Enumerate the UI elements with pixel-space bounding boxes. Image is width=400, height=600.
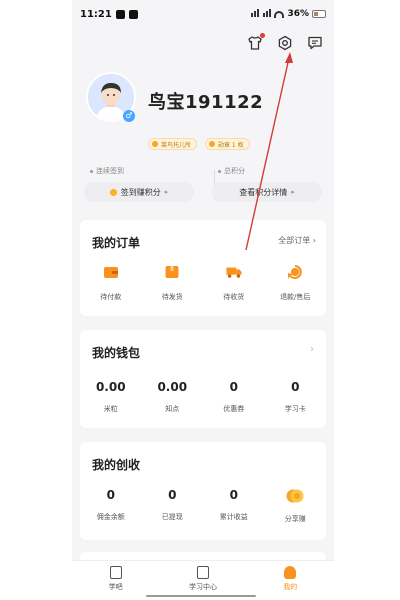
chevron-right-icon: ▸	[164, 188, 169, 196]
wallet-value: 0.00	[157, 380, 188, 394]
wallet-label: 优惠券	[223, 405, 245, 413]
order-refund[interactable]: 退款/售后	[265, 264, 327, 302]
income-share-earn[interactable]: 分享赚	[265, 488, 327, 524]
wallet-label: 米粒	[103, 405, 118, 413]
medal-icon	[209, 141, 216, 147]
income-total-earnings[interactable]: 0 累计收益	[203, 488, 265, 524]
order-label: 待收货	[223, 293, 245, 301]
settings-button[interactable]	[276, 34, 294, 52]
theme-button[interactable]	[246, 33, 265, 52]
income-card: 我的创收 0 佣金余额 0 已提现 0 累计收益 分享赚	[80, 442, 326, 540]
wallet-value: 0	[229, 380, 238, 394]
income-value: 0	[106, 488, 115, 502]
all-orders-label: 全部订单	[278, 236, 311, 245]
badge-list: 菜鸟托儿所 勋章 1 枚	[148, 138, 250, 150]
profile-header[interactable]: ♂ 鸟宝191122	[86, 72, 320, 128]
wallet-points[interactable]: 0.00 知点	[142, 380, 204, 414]
checkin-column: 连续签到 签到赚积分 ▸	[84, 166, 194, 202]
points-detail-label: 查看积分详情	[239, 187, 288, 197]
nav-label: 学吧	[108, 583, 123, 591]
level-icon	[152, 141, 158, 147]
signal-icon-2	[262, 9, 272, 19]
checkin-title: 连续签到	[90, 166, 194, 176]
order-pending-payment[interactable]: 待付款	[80, 264, 142, 302]
orders-card: 我的订单 全部订单 › 待付款 待发货 待收货 退款/售后	[80, 220, 326, 316]
checkin-button[interactable]: 签到赚积分 ▸	[84, 182, 194, 202]
order-label: 待发货	[161, 293, 183, 301]
wallet-card[interactable]: 我的钱包 › 0.00 米粒 0.00 知点 0 优惠券 0 学习卡	[80, 330, 326, 428]
points-section: 连续签到 签到赚积分 ▸ 总积分 查看积分详情 ▸	[84, 166, 322, 210]
coins-icon	[286, 489, 304, 503]
income-grid: 0 佣金余额 0 已提现 0 累计收益 分享赚	[80, 488, 326, 524]
order-pending-receipt[interactable]: 待收货	[203, 264, 265, 302]
message-icon	[308, 36, 322, 50]
signal-icon	[250, 9, 260, 19]
wifi-icon	[274, 10, 285, 18]
checkin-button-label: 签到赚积分	[120, 187, 161, 197]
order-pending-shipment[interactable]: 待发货	[142, 264, 204, 302]
header-actions	[246, 33, 324, 52]
nav-label: 我的	[283, 583, 298, 591]
order-label: 退款/售后	[280, 293, 311, 301]
bottom-navigation: 学吧 学习中心 我的	[72, 560, 334, 600]
wallet-grid: 0.00 米粒 0.00 知点 0 优惠券 0 学习卡	[80, 380, 326, 414]
home-indicator	[146, 595, 256, 597]
all-orders-link[interactable]: 全部订单 ›	[278, 235, 316, 246]
chevron-right-icon[interactable]: ›	[310, 344, 314, 355]
income-label: 分享赚	[284, 515, 306, 523]
status-bar: 11:21 36%	[72, 0, 334, 28]
battery-icon	[312, 10, 326, 18]
wallet-label: 学习卡	[284, 405, 306, 413]
wallet-label: 知点	[165, 405, 180, 413]
settings-icon	[278, 35, 292, 51]
income-title: 我的创收	[92, 458, 141, 472]
income-label: 累计收益	[219, 513, 248, 521]
medal-badge[interactable]: 勋章 1 枚	[205, 138, 250, 150]
gender-male-icon: ♂	[123, 110, 135, 122]
notification-dot	[260, 33, 265, 38]
income-label: 佣金余额	[96, 513, 125, 521]
income-withdrawn[interactable]: 0 已提现	[142, 488, 204, 524]
income-commission-balance[interactable]: 0 佣金余额	[80, 488, 142, 524]
status-time: 11:21	[80, 8, 112, 20]
orders-title: 我的订单	[92, 236, 141, 250]
chevron-right-icon: ▸	[291, 188, 295, 196]
orders-grid: 待付款 待发货 待收货 退款/售后	[80, 264, 326, 302]
points-detail-button[interactable]: 查看积分详情 ▸	[212, 182, 322, 202]
income-value: 0	[168, 488, 177, 502]
refund-icon	[288, 265, 303, 279]
tiktok-icon	[115, 9, 125, 19]
wallet-coupons[interactable]: 0 优惠券	[203, 380, 265, 414]
coin-icon	[109, 188, 117, 196]
message-app-icon	[128, 9, 138, 19]
level-badge[interactable]: 菜鸟托儿所	[148, 138, 198, 150]
order-label: 待付款	[100, 293, 122, 301]
profile-icon	[284, 566, 297, 579]
medal-badge-label: 勋章 1 枚	[218, 141, 244, 149]
wallet-title: 我的钱包	[92, 346, 141, 360]
income-label: 已提现	[161, 513, 183, 521]
wallet-icon	[103, 267, 118, 278]
wallet-study-card[interactable]: 0 学习卡	[265, 380, 327, 414]
total-points-column: 总积分 查看积分详情 ▸	[212, 166, 322, 202]
income-value: 0	[229, 488, 238, 502]
wallet-value: 0	[291, 380, 300, 394]
wallet-rice[interactable]: 0.00 米粒	[80, 380, 142, 414]
username: 鸟宝191122	[148, 92, 264, 113]
messages-button[interactable]	[306, 34, 324, 52]
wallet-value: 0.00	[95, 380, 126, 394]
total-points-title: 总积分	[218, 166, 322, 176]
nav-mine[interactable]: 我的	[247, 561, 334, 600]
truck-icon	[226, 267, 242, 278]
level-badge-label: 菜鸟托儿所	[161, 141, 192, 149]
nav-label: 学习中心	[188, 583, 217, 591]
battery-percent: 36%	[287, 9, 309, 19]
box-icon	[165, 266, 179, 278]
study-icon	[109, 566, 122, 579]
app-screen: 11:21 36% ♂ 鸟宝191122 菜鸟托儿所 勋章 1 枚 连续签到 签…	[72, 0, 334, 600]
book-icon	[196, 566, 209, 579]
